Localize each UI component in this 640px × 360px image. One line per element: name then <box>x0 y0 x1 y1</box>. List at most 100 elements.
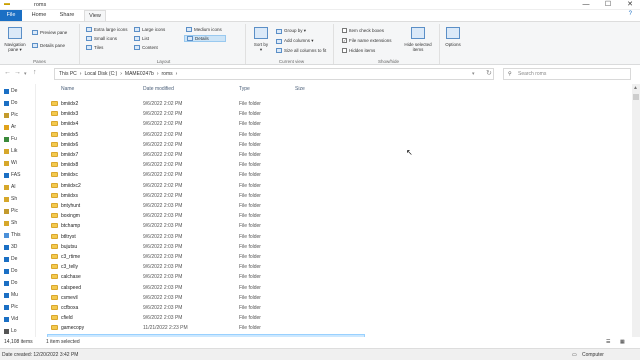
file-row[interactable]: calspeed 9/6/2022 2:03 PM File folder <box>47 283 365 293</box>
nav-item[interactable]: Lik <box>4 148 17 154</box>
file-row[interactable]: ccfboxa 9/6/2022 2:03 PM File folder <box>47 303 365 313</box>
nav-item[interactable]: Lo <box>4 328 17 334</box>
file-row[interactable]: bmiidx5 9/6/2022 2:02 PM File folder <box>47 130 365 140</box>
tab-view[interactable]: View <box>84 10 106 21</box>
address-bar-row: ← → ▾ ↑ This PC › Local Disk (C:) › MAME02… <box>0 66 640 82</box>
large-icons-option[interactable]: Large icons <box>134 27 165 32</box>
breadcrumb-mame[interactable]: MAME0247b <box>125 69 154 79</box>
nav-item[interactable]: Al <box>4 184 15 190</box>
column-header-type[interactable]: Type <box>239 86 250 92</box>
nav-item[interactable]: Sh <box>4 196 17 202</box>
file-row[interactable]: bmiidxc 9/6/2022 2:02 PM File folder <box>47 170 365 180</box>
breadcrumb-roms[interactable]: roms <box>162 69 173 79</box>
forward-arrow-icon[interactable]: → <box>14 69 21 76</box>
file-row[interactable]: bmiidx8 9/6/2022 2:02 PM File folder <box>47 160 365 170</box>
column-header-size[interactable]: Size <box>295 86 305 92</box>
add-columns-button[interactable]: Add columns ▾ <box>276 38 314 44</box>
file-row[interactable]: bmiidx2 9/6/2022 2:02 PM File folder <box>47 99 365 109</box>
nav-item[interactable]: Ar <box>4 124 16 130</box>
nav-item[interactable]: Vid <box>4 316 18 322</box>
file-row[interactable]: bmiidxs 9/6/2022 2:02 PM File folder <box>47 191 365 201</box>
minimize-button[interactable]: — <box>576 0 596 10</box>
nav-item[interactable]: 3D <box>4 244 17 250</box>
close-button[interactable]: ✕ <box>620 0 640 10</box>
file-row[interactable]: bmiidx6 9/6/2022 2:02 PM File folder <box>47 140 365 150</box>
column-header-name[interactable]: Name <box>61 86 74 92</box>
nav-item[interactable]: Do <box>4 280 17 286</box>
list-option[interactable]: List <box>134 36 149 41</box>
file-row[interactable]: bmiidx4 9/6/2022 2:02 PM File folder <box>47 119 365 129</box>
nav-item[interactable]: Pic <box>4 304 18 310</box>
navigation-pane-button[interactable]: Navigation pane ▾ <box>4 27 26 53</box>
file-name-extensions-checkbox[interactable]: ✓ <box>342 38 347 43</box>
nav-item[interactable]: Pic <box>4 208 18 214</box>
search-input[interactable]: ⚲ Search roms <box>503 68 631 80</box>
item-check-boxes-checkbox[interactable] <box>342 28 347 33</box>
tiles-option[interactable]: Tiles <box>86 45 103 50</box>
folder-icon <box>51 305 58 310</box>
file-row[interactable]: csmevil 9/6/2022 2:03 PM File folder <box>47 293 365 303</box>
nav-item[interactable]: Wi <box>4 160 17 166</box>
breadcrumb-this-pc[interactable]: This PC <box>59 69 77 79</box>
recent-locations-icon[interactable]: ▾ <box>24 71 27 77</box>
nav-item-icon <box>4 292 9 298</box>
column-header-date[interactable]: Date modified <box>143 86 174 92</box>
item-check-boxes-toggle[interactable]: Item check boxes <box>342 28 384 33</box>
file-row[interactable]: bntyhunt 9/6/2022 2:03 PM File folder <box>47 201 365 211</box>
file-row[interactable]: bmiidx3 9/6/2022 2:02 PM File folder <box>47 109 365 119</box>
up-arrow-icon[interactable]: ↑ <box>33 69 37 76</box>
size-all-columns-button[interactable]: Size all columns to fit <box>276 48 326 53</box>
file-row[interactable]: c3_rtime 9/6/2022 2:03 PM File folder <box>47 252 365 262</box>
sort-by-button[interactable]: Sort by ▾ <box>253 27 269 53</box>
scrollbar-thumb[interactable] <box>633 94 639 100</box>
large-icons-view-icon[interactable]: ▦ <box>620 339 625 345</box>
file-row[interactable]: bujutsu 9/6/2022 2:03 PM File folder <box>47 242 365 252</box>
nav-item[interactable]: This <box>4 232 20 238</box>
tab-home[interactable]: Home <box>28 10 50 21</box>
file-row[interactable]: calchase 9/6/2022 2:03 PM File folder <box>47 272 365 282</box>
extra-large-icons-option[interactable]: Extra large icons <box>86 27 128 32</box>
details-view-icon[interactable]: ☰ <box>606 339 610 345</box>
file-row[interactable]: c3_telly 9/6/2022 2:03 PM File folder <box>47 262 365 272</box>
file-row[interactable]: btltryst 9/6/2022 2:03 PM File folder <box>47 232 365 242</box>
nav-item[interactable]: Mu <box>4 292 18 298</box>
preview-pane-button[interactable]: Preview pane <box>32 30 67 35</box>
nav-item[interactable]: Do <box>4 268 17 274</box>
file-name-extensions-toggle[interactable]: ✓ File name extensions <box>342 38 392 43</box>
details-option[interactable]: Details <box>184 35 226 42</box>
back-arrow-icon[interactable]: ← <box>4 69 11 76</box>
file-row[interactable]: cfield 9/6/2022 2:03 PM File folder <box>47 313 365 323</box>
small-icons-option[interactable]: Small icons <box>86 36 117 41</box>
options-button[interactable]: Options <box>442 27 464 47</box>
medium-icons-option[interactable]: Medium icons <box>186 27 222 32</box>
nav-item[interactable]: Sh <box>4 220 17 226</box>
tab-file[interactable]: File <box>0 10 22 21</box>
details-pane-button[interactable]: Details pane <box>32 43 65 48</box>
vertical-scrollbar[interactable]: ▲ ▼ <box>632 84 640 346</box>
nav-item[interactable]: Pic <box>4 112 18 118</box>
address-bar[interactable]: This PC › Local Disk (C:) › MAME0247b › rom… <box>54 68 494 80</box>
nav-item[interactable]: Do <box>4 100 17 106</box>
nav-item[interactable]: FAS <box>4 172 20 178</box>
file-row[interactable]: boxingm 9/6/2022 2:03 PM File folder <box>47 211 365 221</box>
address-dropdown-icon[interactable]: ▾ <box>472 71 475 77</box>
file-row[interactable]: bmiidxc2 9/6/2022 2:02 PM File folder <box>47 181 365 191</box>
file-row[interactable]: btchamp 9/6/2022 2:03 PM File folder <box>47 221 365 231</box>
refresh-icon[interactable]: ↻ <box>486 69 492 77</box>
hide-selected-items-button[interactable]: Hide selected items <box>400 27 436 52</box>
scroll-up-icon[interactable]: ▲ <box>633 85 638 91</box>
file-row[interactable]: gamecopy 11/21/2022 2:23 PM File folder <box>47 323 365 333</box>
nav-item[interactable]: De <box>4 88 17 94</box>
file-row[interactable]: bmiidx7 9/6/2022 2:02 PM File folder <box>47 150 365 160</box>
tab-share[interactable]: Share <box>56 10 78 21</box>
nav-item[interactable]: De <box>4 256 17 262</box>
help-icon[interactable]: ? <box>629 11 632 17</box>
maximize-button[interactable]: ☐ <box>598 0 618 10</box>
content-option[interactable]: Content <box>134 45 158 50</box>
file-date: 9/6/2022 2:03 PM <box>143 284 183 291</box>
hidden-items-checkbox[interactable] <box>342 48 347 53</box>
nav-item[interactable]: Fu <box>4 136 17 142</box>
hidden-items-toggle[interactable]: Hidden items <box>342 48 375 53</box>
group-by-button[interactable]: Group by ▾ <box>276 28 306 34</box>
breadcrumb-local-disk[interactable]: Local Disk (C:) <box>84 69 117 79</box>
